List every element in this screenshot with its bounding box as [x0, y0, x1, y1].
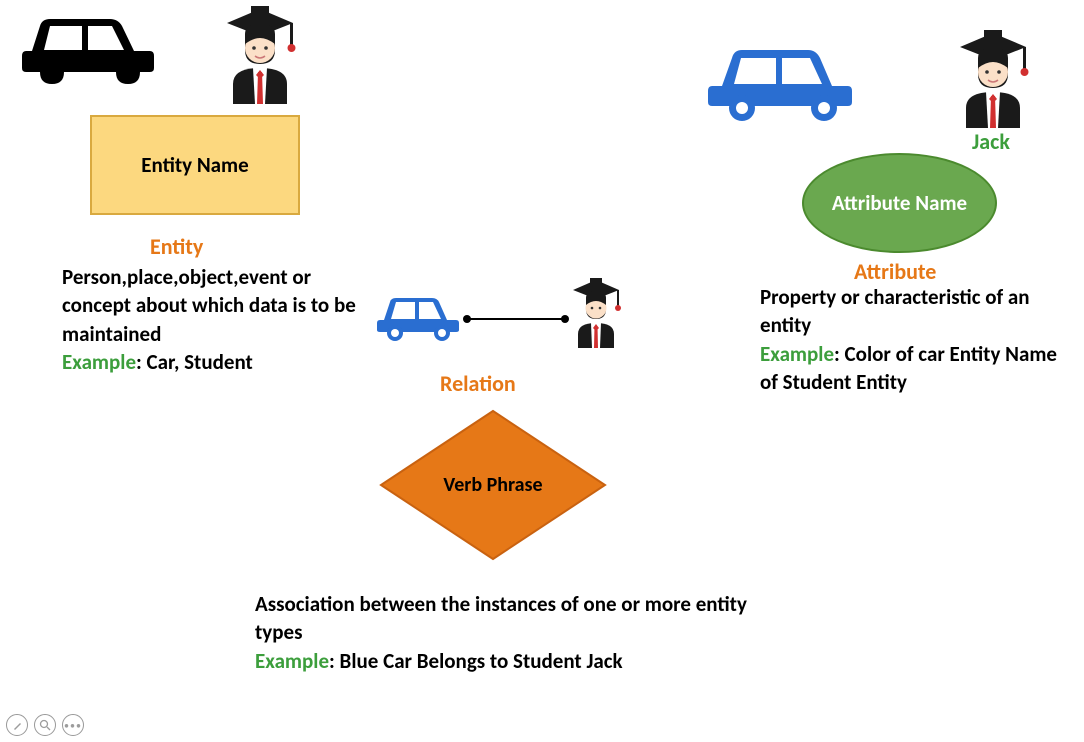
- jack-label: Jack: [972, 128, 1010, 155]
- relation-shape-diamond: Verb Phrase: [373, 405, 613, 565]
- pen-tool-button[interactable]: [6, 714, 28, 736]
- relation-description: Association between the instances of one…: [255, 590, 755, 675]
- car-icon-black: [12, 6, 162, 96]
- student-icon-small: [565, 278, 627, 355]
- relation-connector-dot-left: [463, 315, 471, 323]
- attribute-example-label: Example: [760, 341, 834, 367]
- student-icon: [215, 6, 305, 111]
- entity-shape-rectangle: Entity Name: [90, 115, 300, 215]
- zoom-tool-button[interactable]: [34, 714, 56, 736]
- relation-connector-line: [465, 318, 565, 320]
- attribute-desc-text: Property or characteristic of an entity: [760, 284, 1030, 338]
- relation-desc-text: Association between the instances of one…: [255, 591, 747, 645]
- relation-example-text: : Blue Car Belongs to Student Jack: [329, 648, 623, 674]
- bottom-toolbar: •••: [6, 714, 90, 736]
- more-tool-button[interactable]: •••: [62, 714, 84, 736]
- entity-shape-label: Entity Name: [141, 152, 248, 178]
- attribute-shape-label: Attribute Name: [832, 191, 967, 215]
- attribute-description: Property or characteristic of an entity …: [760, 283, 1070, 396]
- attribute-shape-oval: Attribute Name: [802, 153, 997, 253]
- entity-example-text: : Car, Student: [136, 349, 253, 375]
- car-icon-blue-small: [370, 290, 465, 350]
- student-icon-right: [948, 30, 1038, 135]
- entity-title: Entity: [150, 233, 203, 260]
- attribute-title: Attribute: [854, 258, 936, 285]
- entity-example-label: Example: [62, 349, 136, 375]
- entity-desc-text: Person,place,object,event or concept abo…: [62, 264, 356, 347]
- relation-shape-label: Verb Phrase: [443, 473, 542, 497]
- relation-example-label: Example: [255, 648, 329, 674]
- relation-title: Relation: [440, 370, 516, 397]
- car-icon-blue-large: [700, 38, 860, 131]
- entity-description: Person,place,object,event or concept abo…: [62, 263, 357, 376]
